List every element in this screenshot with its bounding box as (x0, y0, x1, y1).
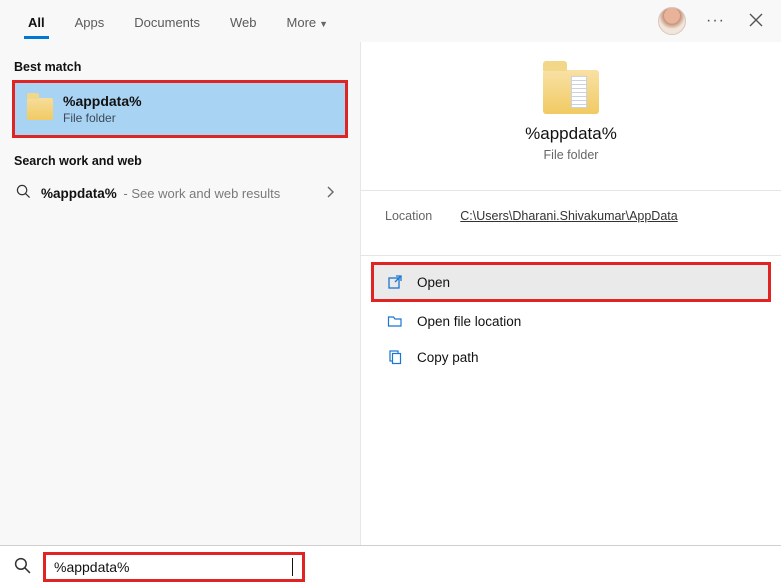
folder-large-icon (543, 70, 599, 114)
web-result-query: %appdata% (41, 186, 117, 201)
preview-title: %appdata% (361, 124, 781, 144)
actions-list: Open Open file location Copy path (361, 256, 781, 375)
search-input[interactable] (54, 559, 294, 575)
preview-header: %appdata% File folder (361, 42, 781, 176)
overflow-menu-icon[interactable]: ··· (706, 12, 725, 30)
text-cursor (292, 558, 293, 576)
copy-icon (387, 349, 403, 365)
chevron-right-icon (326, 186, 344, 201)
action-open[interactable]: Open (373, 264, 769, 300)
left-pane: Best match %appdata% File folder Search … (0, 42, 360, 545)
open-icon (387, 274, 403, 290)
user-avatar[interactable] (658, 7, 686, 35)
web-result-row[interactable]: %appdata% - See work and web results (0, 174, 360, 212)
search-input-wrap[interactable] (43, 552, 305, 582)
location-label: Location (385, 209, 432, 223)
header-bar: All Apps Documents Web More▼ ··· (0, 0, 781, 42)
best-match-title: %appdata% (63, 93, 142, 109)
tab-web[interactable]: Web (216, 5, 271, 38)
web-result-hint: - See work and web results (123, 186, 280, 201)
tab-all[interactable]: All (14, 5, 59, 38)
close-icon (749, 13, 763, 27)
web-heading: Search work and web (0, 148, 360, 174)
search-icon (14, 557, 31, 577)
action-open-file-location-label: Open file location (417, 314, 521, 329)
best-match-result[interactable]: %appdata% File folder (12, 80, 348, 138)
tab-more-label: More (287, 15, 317, 30)
location-row: Location C:\Users\Dharani.Shivakumar\App… (361, 191, 781, 241)
search-bar (0, 545, 781, 587)
best-match-text: %appdata% File folder (63, 93, 142, 125)
preview-subtitle: File folder (361, 148, 781, 162)
tab-documents[interactable]: Documents (120, 5, 214, 38)
location-path[interactable]: C:\Users\Dharani.Shivakumar\AppData (460, 209, 677, 223)
best-match-subtitle: File folder (63, 111, 142, 125)
filter-tabs: All Apps Documents Web More▼ (14, 5, 342, 38)
folder-icon (27, 98, 53, 120)
header-right: ··· (658, 7, 767, 35)
action-copy-path[interactable]: Copy path (373, 339, 769, 375)
search-icon (16, 184, 31, 202)
preview-pane: %appdata% File folder Location C:\Users\… (360, 42, 781, 545)
tab-apps[interactable]: Apps (61, 5, 119, 38)
tab-more[interactable]: More▼ (273, 5, 343, 38)
action-copy-path-label: Copy path (417, 350, 479, 365)
action-open-label: Open (417, 275, 450, 290)
best-match-heading: Best match (0, 54, 360, 80)
close-button[interactable] (745, 9, 767, 34)
folder-open-icon (387, 313, 403, 329)
results-body: Best match %appdata% File folder Search … (0, 42, 781, 545)
chevron-down-icon: ▼ (319, 19, 328, 29)
action-open-file-location[interactable]: Open file location (373, 303, 769, 339)
